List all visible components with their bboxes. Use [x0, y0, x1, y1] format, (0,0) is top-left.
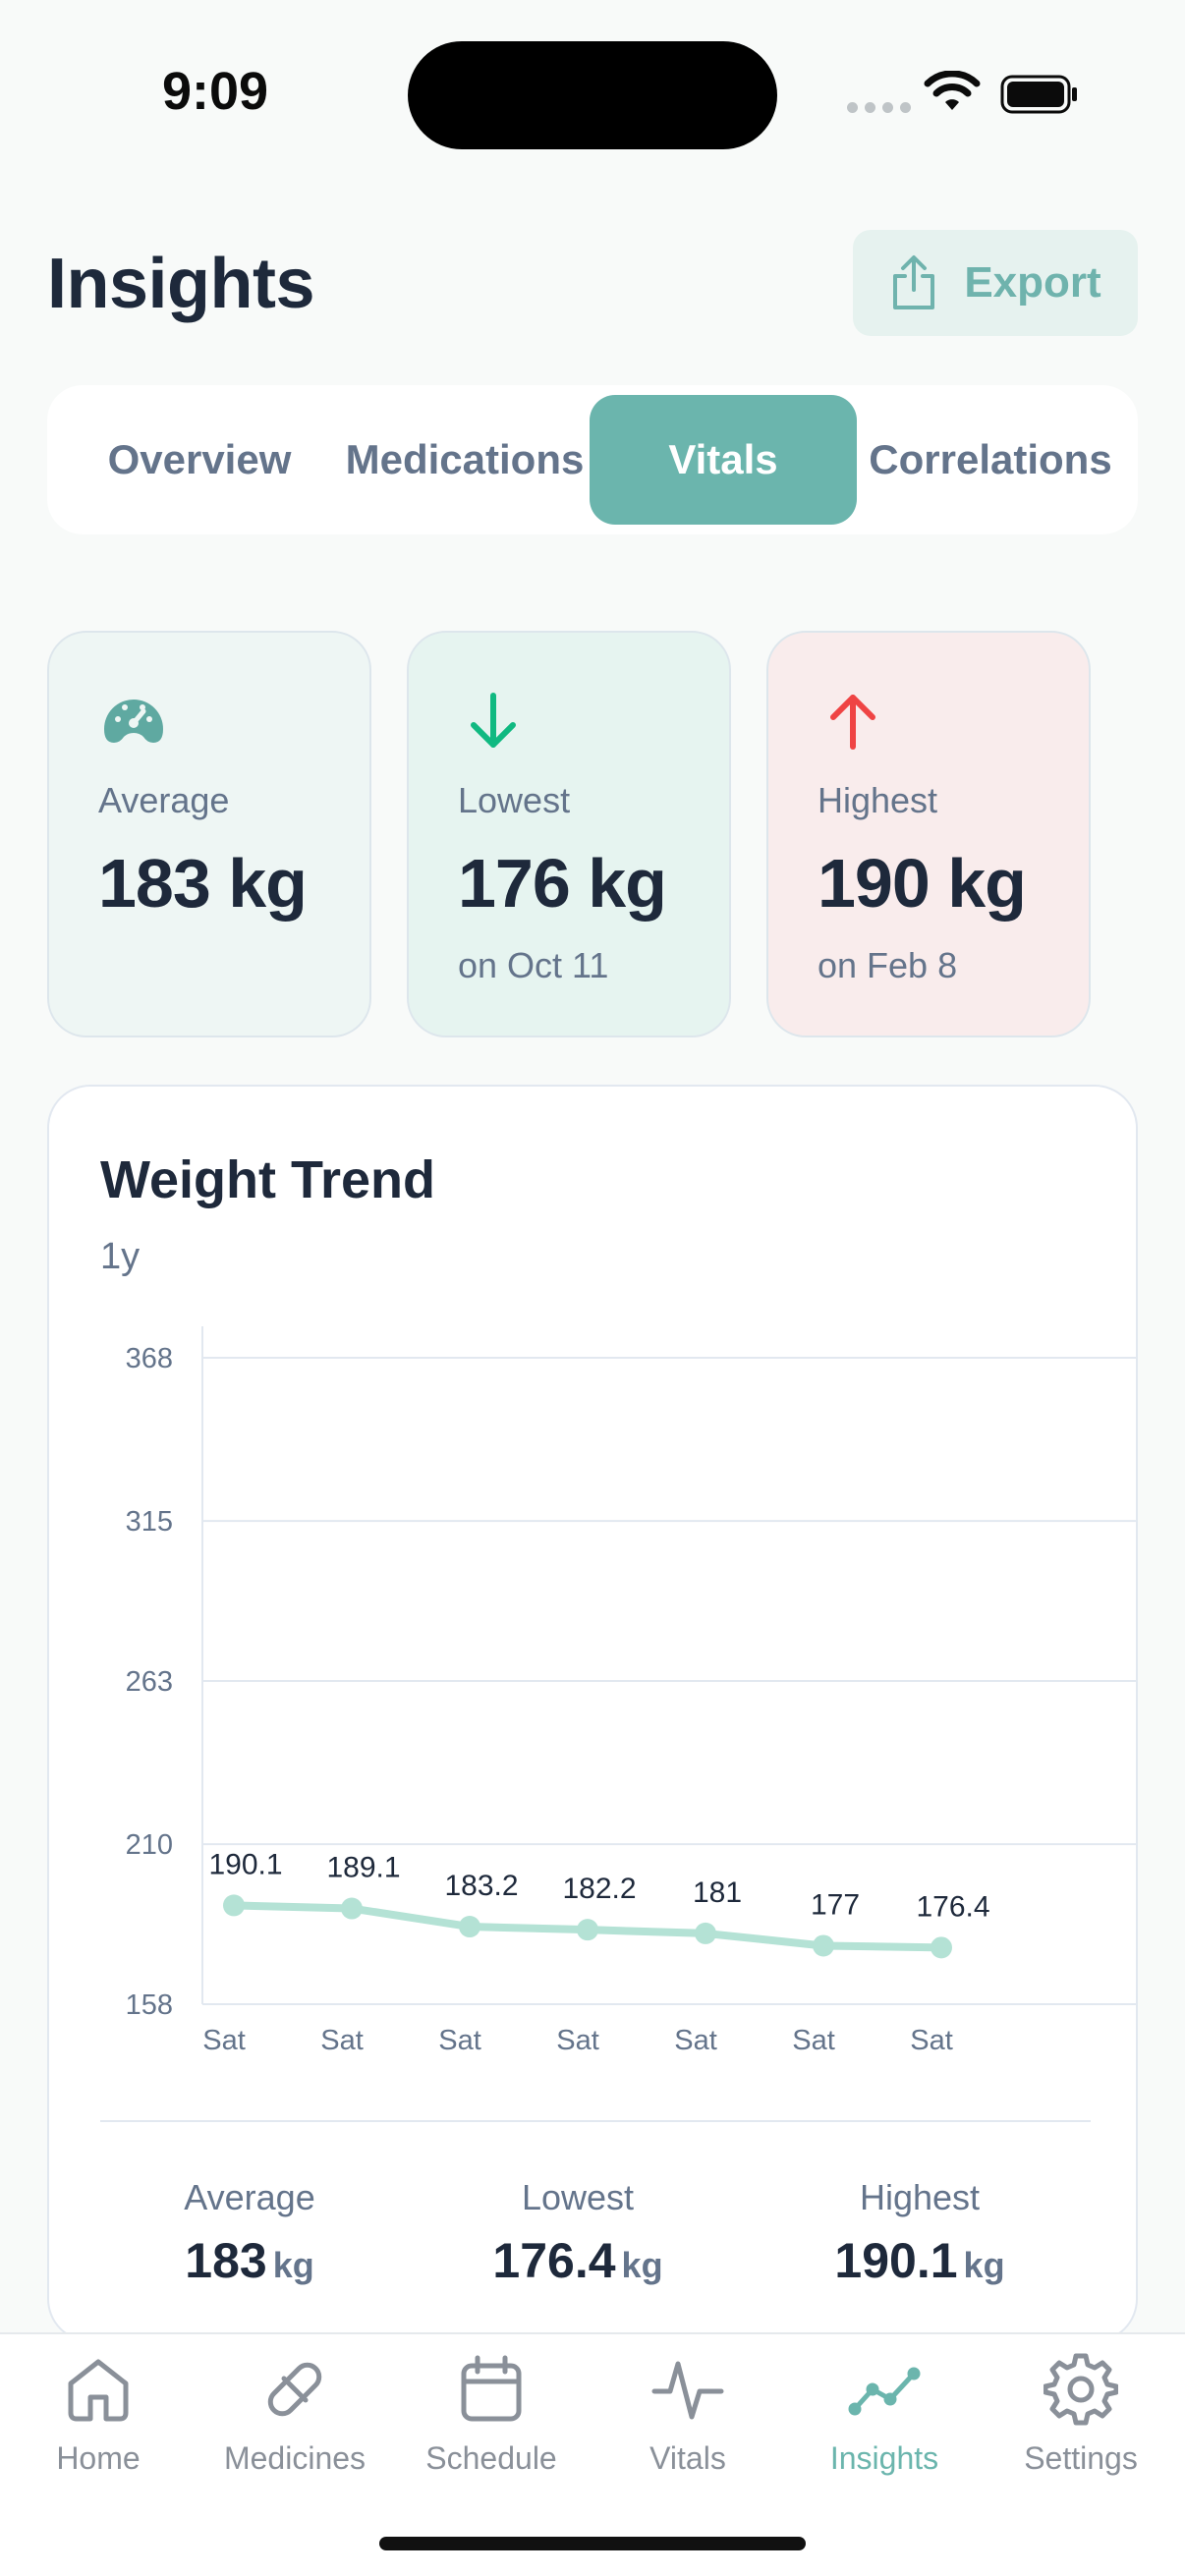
summary-average-unit: kg [272, 2245, 314, 2285]
wifi-icon [924, 71, 981, 110]
weight-trend-panel: Weight Trend 1y 158 210 263 315 368 190.1 Sat 1… [47, 1085, 1138, 2342]
data-point [931, 1936, 952, 1959]
status-bar: 9:09 [0, 0, 1185, 187]
nav-schedule[interactable]: Schedule [393, 2352, 590, 2477]
highest-label: Highest [818, 780, 938, 820]
x-tick-label: Sat [910, 2025, 953, 2056]
dynamic-island [408, 41, 777, 149]
summary-lowest-value: 176.4 [492, 2233, 616, 2288]
tab-medications[interactable]: Medications [340, 395, 590, 525]
page-title: Insights [47, 245, 315, 323]
data-label: 177 [811, 1888, 860, 1921]
data-label: 182.2 [562, 1873, 636, 1905]
x-tick-label: Sat [202, 2025, 246, 2056]
data-point [223, 1894, 245, 1917]
data-point [577, 1919, 598, 1941]
highest-date: on Feb 8 [818, 945, 958, 985]
home-indicator [379, 2537, 806, 2550]
data-label: 176.4 [916, 1890, 989, 1923]
gauge-icon [104, 700, 163, 743]
summary-average-value: 183 [185, 2233, 267, 2288]
nav-insights-label: Insights [829, 2440, 939, 2476]
lowest-card: Lowest 176 kg on Oct 11 [407, 631, 731, 1037]
x-tick-label: Sat [320, 2025, 364, 2056]
data-label: 190.1 [208, 1848, 282, 1880]
nav-insights[interactable]: Insights [786, 2352, 983, 2477]
y-tick-label: 315 [126, 1506, 173, 1538]
average-card: Average 183 kg [47, 631, 371, 1037]
summary-average-label: Average [184, 2177, 315, 2217]
average-label: Average [98, 780, 230, 820]
data-label: 181 [693, 1876, 742, 1909]
average-value: 183 kg [98, 845, 308, 922]
share-icon [893, 255, 935, 309]
signal-dots-icon [847, 102, 911, 113]
nav-vitals[interactable]: Vitals [590, 2352, 786, 2477]
divider [100, 2120, 1091, 2122]
summary-highest-unit: kg [963, 2245, 1005, 2285]
gear-icon [1044, 2353, 1118, 2426]
home-icon [68, 2359, 129, 2422]
nav-medicines[interactable]: Medicines [197, 2352, 393, 2477]
data-label: 189.1 [326, 1852, 400, 1884]
x-tick-label: Sat [674, 2025, 717, 2056]
battery-icon [1000, 75, 1077, 114]
data-point [459, 1916, 480, 1938]
export-label: Export [964, 258, 1101, 307]
highest-value: 190 kg [818, 845, 1027, 922]
pulse-icon [651, 2361, 724, 2420]
weight-trend-chart: 158 210 263 315 368 190.1 Sat 189.1 Sat 183.2 Sat 1… [126, 1326, 1136, 2056]
lowest-value: 176 kg [458, 845, 667, 922]
lowest-label: Lowest [458, 780, 571, 820]
pill-icon [267, 2362, 322, 2417]
tab-vitals[interactable]: Vitals [590, 395, 857, 525]
nav-settings[interactable]: Settings [983, 2352, 1179, 2477]
y-tick-label: 368 [126, 1343, 173, 1374]
y-tick-label: 210 [126, 1829, 173, 1861]
arrow-up-icon [830, 695, 875, 750]
status-time: 9:09 [162, 62, 269, 121]
summary-highest: Highest 190.1 kg [762, 2177, 1077, 2289]
y-tick-label: 158 [126, 1989, 173, 2021]
y-tick-label: 263 [126, 1666, 173, 1698]
summary-highest-label: Highest [859, 2177, 981, 2217]
nav-home-label: Home [56, 2440, 141, 2476]
insights-tabs: Overview Medications Vitals Correlations [47, 385, 1138, 534]
trend-icon [848, 2367, 921, 2416]
data-point [341, 1897, 363, 1920]
nav-settings-label: Settings [1024, 2440, 1138, 2476]
data-point [813, 1934, 834, 1957]
summary-lowest: Lowest 176.4 kg [421, 2177, 735, 2289]
export-button[interactable]: Export [853, 230, 1138, 336]
x-tick-label: Sat [556, 2025, 599, 2056]
data-label: 183.2 [444, 1870, 518, 1902]
x-tick-label: Sat [792, 2025, 835, 2056]
nav-home[interactable]: Home [0, 2352, 197, 2477]
arrow-down-icon [471, 693, 516, 748]
summary-average: Average 183 kg [92, 2177, 407, 2289]
calendar-icon [461, 2355, 522, 2422]
summary-highest-value: 190.1 [834, 2233, 958, 2288]
data-point [695, 1922, 716, 1944]
summary-lowest-unit: kg [621, 2245, 663, 2285]
summary-lowest-label: Lowest [521, 2177, 635, 2217]
highest-card: Highest 190 kg on Feb 8 [766, 631, 1091, 1037]
nav-schedule-label: Schedule [425, 2440, 557, 2476]
tab-overview[interactable]: Overview [59, 395, 340, 525]
nav-medicines-label: Medicines [223, 2440, 367, 2476]
x-tick-label: Sat [438, 2025, 481, 2056]
lowest-date: on Oct 11 [458, 945, 609, 985]
tab-correlations[interactable]: Correlations [857, 395, 1124, 525]
nav-vitals-label: Vitals [649, 2440, 726, 2476]
